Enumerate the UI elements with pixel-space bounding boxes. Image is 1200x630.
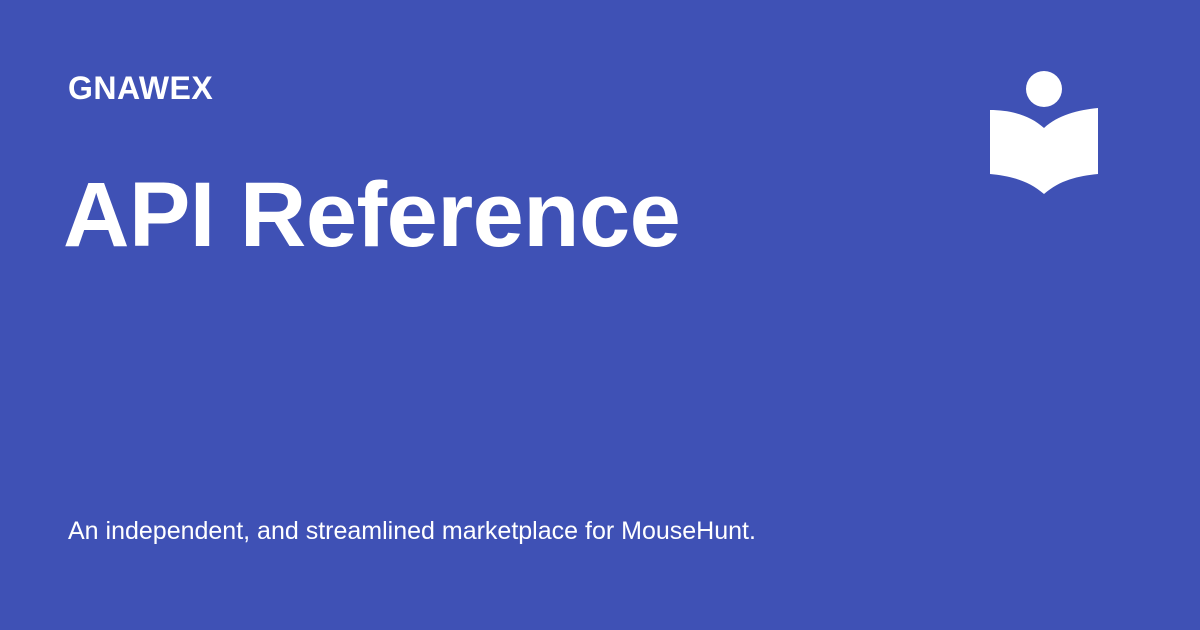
site-description: An independent, and streamlined marketpl… [68, 517, 756, 545]
reader-head-icon [1026, 71, 1062, 107]
site-name: GNAWEX [68, 70, 214, 106]
page-title: API Reference [63, 164, 681, 266]
open-book-icon [990, 108, 1098, 194]
reader-book-icon [990, 71, 1098, 194]
social-card: GNAWEX API Reference An independent, and… [0, 0, 1200, 630]
